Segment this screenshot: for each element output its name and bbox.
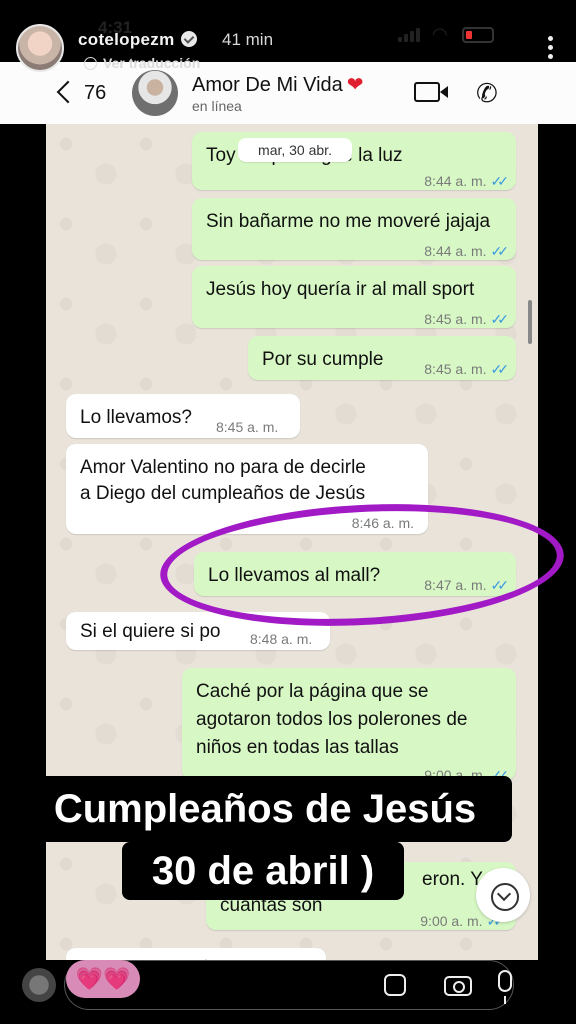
translate-label: Ver traducción (103, 55, 201, 71)
message-text: Si el quiere si po (80, 621, 221, 642)
contact-avatar[interactable] (132, 70, 178, 116)
message-text: a Diego del cumpleaños de Jesús (80, 483, 366, 504)
video-call-icon[interactable] (414, 82, 448, 102)
message-bubble[interactable]: Jesús hoy quería ir al mall sport 8:45 a… (192, 266, 516, 328)
call-icon[interactable]: ✆ (476, 78, 498, 109)
story-reply-bar: 💗💗 (0, 960, 576, 1024)
message-text: Por su cumple (262, 349, 384, 370)
story-time-ago: 41 min (222, 30, 274, 49)
message-text: niños en todas las tallas (196, 737, 399, 758)
mic-icon[interactable] (498, 970, 512, 1004)
read-ticks-icon: ✓✓ (490, 311, 510, 327)
message-text: Lo llevamos? (80, 407, 192, 428)
caption-line-1: Cumpleaños de Jesús (18, 776, 512, 842)
chevron-down-icon[interactable] (476, 868, 530, 922)
camera-icon[interactable] (444, 976, 472, 996)
scrollbar[interactable] (528, 300, 532, 344)
unread-count[interactable]: 76 (84, 82, 106, 105)
caption-line-2: 30 de abril ) (122, 842, 404, 900)
message-text: agotaron todos los polerones de (196, 709, 468, 730)
reaction-hearts[interactable]: 💗💗 (66, 960, 140, 998)
message-text: eron. Y (422, 869, 483, 890)
message-bubble[interactable]: Caché por la página que se agotaron todo… (182, 668, 516, 783)
story-username-row[interactable]: cotelopezm (78, 30, 197, 50)
message-text: Caché por la página que se (196, 681, 429, 702)
contact-name-row[interactable]: Amor De Mi Vida ❤ (192, 72, 364, 97)
more-options-icon[interactable] (548, 36, 554, 60)
message-bubble[interactable]: Lo llevamos? 8:45 a. m. (66, 394, 300, 438)
message-bubble[interactable]: Por su cumple 8:45 a. m. ✓✓ (248, 336, 516, 380)
viewer-avatar (22, 968, 56, 1002)
message-time: 8:45 a. m. ✓✓ (424, 361, 510, 377)
heart-icon: ❤ (346, 74, 364, 96)
read-ticks-icon: ✓✓ (490, 361, 510, 377)
message-text: Amor Valentino no para de decirle (80, 457, 366, 478)
story-username[interactable]: cotelopezm (78, 30, 175, 49)
battery-icon (462, 27, 494, 43)
message-time: 8:44 a. m. ✓✓ (424, 243, 510, 259)
contact-name: Amor De Mi Vida (192, 74, 343, 96)
chat-header: 76 Amor De Mi Vida ❤ en línea ✆ (0, 62, 576, 124)
wifi-icon: ◠ (432, 24, 448, 44)
back-icon[interactable] (56, 78, 72, 106)
message-time: 8:44 a. m. ✓✓ (424, 173, 510, 189)
globe-icon (84, 57, 97, 70)
contact-status: en línea (192, 98, 242, 114)
verified-icon (180, 31, 197, 47)
message-text: Sin bañarme no me moveré jajaja (206, 211, 491, 232)
message-bubble[interactable]: Sin bañarme no me moveré jajaja 8:44 a. … (192, 198, 516, 260)
message-time: 8:45 a. m. ✓✓ (424, 311, 510, 327)
message-time: 8:48 a. m. (250, 631, 313, 647)
signal-icon (398, 28, 422, 42)
sticker-icon[interactable] (384, 974, 406, 996)
read-ticks-icon: ✓✓ (490, 243, 510, 259)
message-time: 8:45 a. m. (216, 419, 279, 435)
message-text: Jesús hoy quería ir al mall sport (206, 279, 475, 300)
story-header: 4:31 ◠ cotelopezm 41 min Ver traducción (0, 0, 576, 72)
read-ticks-icon: ✓✓ (490, 173, 510, 189)
date-chip: mar, 30 abr. (238, 138, 352, 162)
story-avatar[interactable] (16, 24, 64, 72)
translate-button[interactable]: Ver traducción (84, 55, 200, 71)
